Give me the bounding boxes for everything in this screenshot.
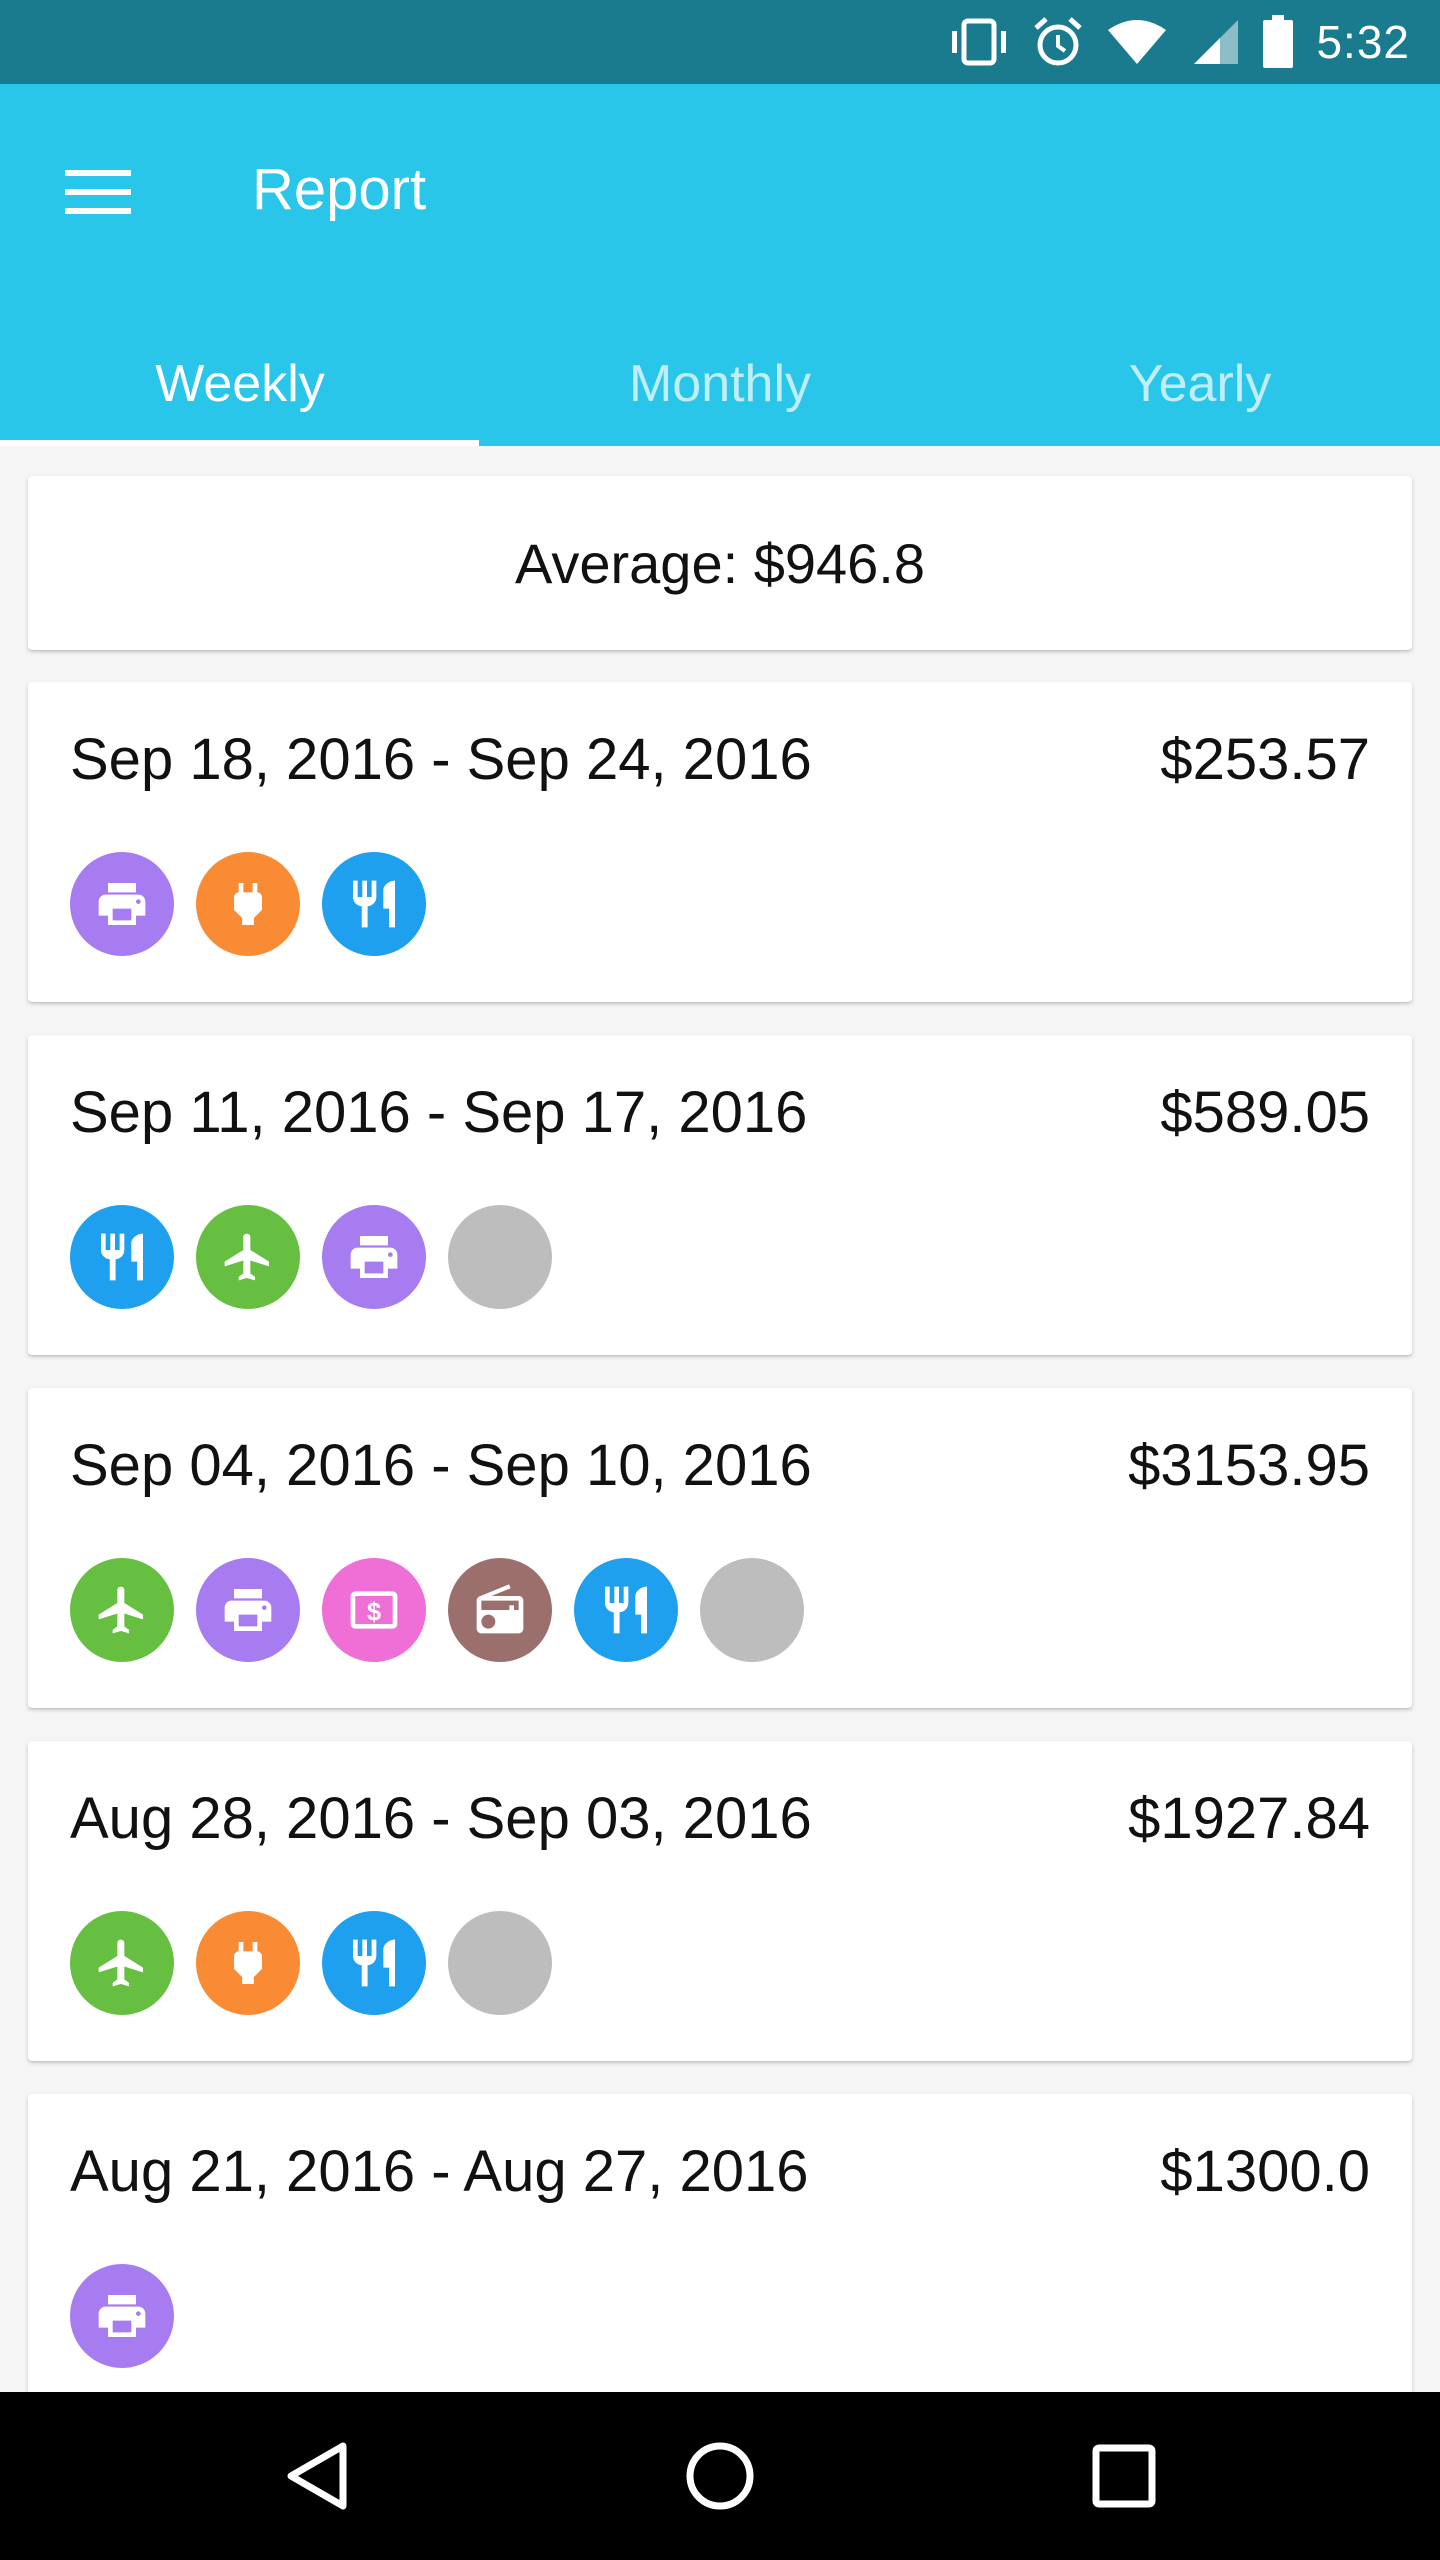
recents-button[interactable] [1074,2426,1174,2526]
other-category-icon [700,1558,804,1662]
week-range: Aug 21, 2016 - Aug 27, 2016 [70,2139,809,2204]
fork-knife-icon [574,1558,678,1662]
home-icon [686,2442,754,2510]
week-amount: $253.57 [1160,727,1370,792]
tab-weekly[interactable]: Weekly [0,324,480,444]
printer-icon [322,1205,426,1309]
week-amount: $1300.0 [1160,2139,1370,2204]
average-label: Average: $946.8 [515,531,925,595]
week-card[interactable]: Aug 21, 2016 - Aug 27, 2016 $1300.0 [28,2094,1412,2392]
plug-icon [196,1911,300,2015]
category-row [70,1205,552,1309]
airplane-icon [70,1558,174,1662]
week-card[interactable]: Sep 11, 2016 - Sep 17, 2016 $589.05 [28,1035,1412,1355]
home-button[interactable] [670,2426,770,2526]
plug-icon [196,852,300,956]
tab-yearly[interactable]: Yearly [960,324,1440,444]
fork-knife-icon [322,852,426,956]
week-range: Sep 04, 2016 - Sep 10, 2016 [70,1433,812,1498]
recents-icon [1092,2444,1156,2508]
week-range: Aug 28, 2016 - Sep 03, 2016 [70,1786,812,1851]
tab-bar: Weekly Monthly Yearly [0,324,1440,446]
week-amount: $3153.95 [1128,1433,1370,1498]
week-amount: $589.05 [1160,1080,1370,1145]
category-row [70,2264,174,2368]
week-card[interactable]: Sep 04, 2016 - Sep 10, 2016 $3153.95 $ [28,1388,1412,1708]
vibrate-icon [948,17,1010,67]
signal-icon [1190,18,1240,66]
wifi-icon [1106,18,1168,66]
airplane-icon [196,1205,300,1309]
other-category-icon [448,1205,552,1309]
fork-knife-icon [322,1911,426,2015]
printer-icon [70,2264,174,2368]
week-range: Sep 18, 2016 - Sep 24, 2016 [70,727,812,792]
page-title: Report [252,157,427,222]
system-nav-bar [0,2392,1440,2560]
printer-icon [196,1558,300,1662]
week-card[interactable]: Aug 28, 2016 - Sep 03, 2016 $1927.84 [28,1741,1412,2061]
week-card[interactable]: Sep 18, 2016 - Sep 24, 2016 $253.57 [28,682,1412,1002]
other-category-icon [448,1911,552,2015]
average-card: Average: $946.8 [28,476,1412,650]
back-icon [287,2442,347,2510]
category-row: $ [70,1558,804,1662]
category-row [70,852,426,956]
svg-text:$: $ [367,1599,381,1627]
report-list[interactable]: Average: $946.8 Sep 18, 2016 - Sep 24, 2… [0,446,1440,2392]
cash-icon: $ [322,1558,426,1662]
menu-button[interactable] [52,146,144,238]
week-amount: $1927.84 [1128,1786,1370,1851]
app-bar: Report Weekly Monthly Yearly [0,84,1440,446]
category-row [70,1911,552,2015]
week-range: Sep 11, 2016 - Sep 17, 2016 [70,1080,808,1145]
hamburger-menu-icon [65,170,131,214]
radio-icon [448,1558,552,1662]
fork-knife-icon [70,1205,174,1309]
status-bar: 5:32 [0,0,1440,84]
back-button[interactable] [266,2426,366,2526]
tab-monthly[interactable]: Monthly [480,324,960,444]
airplane-icon [70,1911,174,2015]
status-time: 5:32 [1316,16,1410,68]
status-icons: 5:32 [948,0,1410,84]
alarm-icon [1032,16,1084,68]
battery-icon [1262,15,1294,69]
printer-icon [70,852,174,956]
